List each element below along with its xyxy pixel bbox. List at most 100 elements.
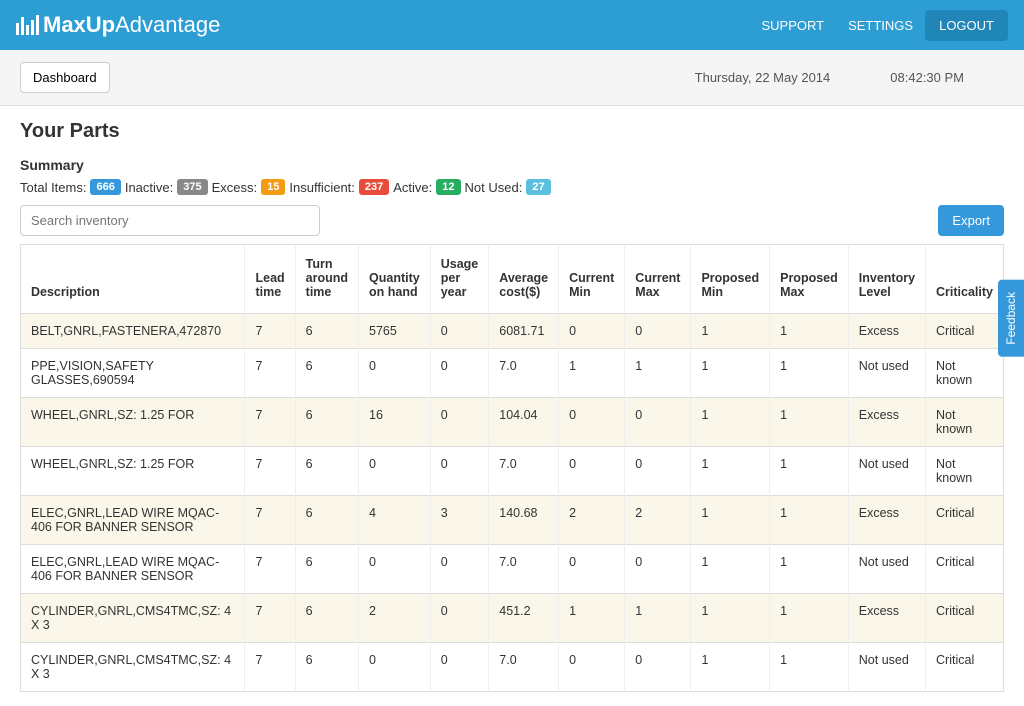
cell-turn: 6 xyxy=(295,496,358,545)
table-row[interactable]: ELEC,GNRL,LEAD WIRE MQAC-406 FOR BANNER … xyxy=(21,545,1004,594)
page-title: Your Parts xyxy=(20,120,1004,143)
cell-cmax: 0 xyxy=(625,545,691,594)
col-cmin[interactable]: Current Min xyxy=(559,245,625,314)
table-row[interactable]: WHEEL,GNRL,SZ: 1.25 FOR76007.00011Not us… xyxy=(21,447,1004,496)
cell-inv: Not used xyxy=(848,643,925,692)
col-cmax[interactable]: Current Max xyxy=(625,245,691,314)
cell-usage: 0 xyxy=(430,643,489,692)
dashboard-button[interactable]: Dashboard xyxy=(20,62,110,93)
cell-avg: 7.0 xyxy=(489,643,559,692)
cell-inv: Not used xyxy=(848,349,925,398)
cell-turn: 6 xyxy=(295,545,358,594)
insufficient-badge: 237 xyxy=(359,179,389,195)
col-pmax[interactable]: Proposed Max xyxy=(770,245,849,314)
cell-pmax: 1 xyxy=(770,314,849,349)
cell-pmin: 1 xyxy=(691,643,770,692)
excess-label: Excess: xyxy=(212,180,258,195)
cell-avg: 7.0 xyxy=(489,349,559,398)
cell-usage: 3 xyxy=(430,496,489,545)
cell-turn: 6 xyxy=(295,594,358,643)
nav-settings[interactable]: SETTINGS xyxy=(836,18,925,33)
col-lead[interactable]: Lead time xyxy=(245,245,295,314)
col-usage[interactable]: Usage per year xyxy=(430,245,489,314)
cell-turn: 6 xyxy=(295,447,358,496)
cell-pmax: 1 xyxy=(770,643,849,692)
inactive-badge: 375 xyxy=(177,179,207,195)
cell-inv: Not used xyxy=(848,545,925,594)
cell-lead: 7 xyxy=(245,349,295,398)
col-turn[interactable]: Turn around time xyxy=(295,245,358,314)
cell-lead: 7 xyxy=(245,496,295,545)
table-row[interactable]: CYLINDER,GNRL,CMS4TMC,SZ: 4 X 376007.000… xyxy=(21,643,1004,692)
cell-cmax: 1 xyxy=(625,349,691,398)
cell-cmin: 0 xyxy=(559,398,625,447)
cell-avg: 6081.71 xyxy=(489,314,559,349)
table-row[interactable]: PPE,VISION,SAFETY GLASSES,69059476007.01… xyxy=(21,349,1004,398)
brand-light: Advantage xyxy=(115,12,220,38)
cell-crit: Critical xyxy=(926,545,1004,594)
cell-desc: PPE,VISION,SAFETY GLASSES,690594 xyxy=(21,349,245,398)
cell-lead: 7 xyxy=(245,314,295,349)
cell-avg: 7.0 xyxy=(489,545,559,594)
table-body: BELT,GNRL,FASTENERA,47287076576506081.71… xyxy=(21,314,1004,692)
cell-pmax: 1 xyxy=(770,496,849,545)
col-pmin[interactable]: Proposed Min xyxy=(691,245,770,314)
col-avg[interactable]: Average cost($) xyxy=(489,245,559,314)
time-display: 08:42:30 PM xyxy=(890,70,964,85)
cell-desc: WHEEL,GNRL,SZ: 1.25 FOR xyxy=(21,398,245,447)
cell-turn: 6 xyxy=(295,643,358,692)
col-description[interactable]: Description xyxy=(21,245,245,314)
cell-qty: 0 xyxy=(359,349,431,398)
cell-crit: Critical xyxy=(926,496,1004,545)
cell-cmax: 1 xyxy=(625,594,691,643)
feedback-tab[interactable]: Feedback xyxy=(998,280,1024,357)
cell-qty: 0 xyxy=(359,643,431,692)
cell-pmax: 1 xyxy=(770,545,849,594)
cell-qty: 0 xyxy=(359,447,431,496)
col-qty[interactable]: Quantity on hand xyxy=(359,245,431,314)
cell-turn: 6 xyxy=(295,398,358,447)
cell-crit: Not known xyxy=(926,349,1004,398)
table-row[interactable]: BELT,GNRL,FASTENERA,472870765765 0 6081.71… xyxy=(21,314,1004,349)
cell-crit: Not known xyxy=(926,447,1004,496)
cell-desc: CYLINDER,GNRL,CMS4TMC,SZ: 4 X 3 xyxy=(21,643,245,692)
cell-cmax: 0 xyxy=(625,643,691,692)
col-inv[interactable]: Inventory Level xyxy=(848,245,925,314)
table-header: Description Lead time Turn around time Q… xyxy=(21,245,1004,314)
cell-desc: BELT,GNRL,FASTENERA,472870 xyxy=(21,314,245,349)
cell-usage: 0 xyxy=(430,349,489,398)
cell-lead: 7 xyxy=(245,398,295,447)
cell-qty: 5765 xyxy=(359,314,431,349)
date-display: Thursday, 22 May 2014 xyxy=(695,70,831,85)
cell-desc: ELEC,GNRL,LEAD WIRE MQAC-406 FOR BANNER … xyxy=(21,496,245,545)
cell-turn: 6 xyxy=(295,314,358,349)
cell-cmax: 0 xyxy=(625,314,691,349)
cell-cmax: 0 xyxy=(625,398,691,447)
cell-pmin: 1 xyxy=(691,447,770,496)
nav-support[interactable]: SUPPORT xyxy=(749,18,836,33)
table-row[interactable]: ELEC,GNRL,LEAD WIRE MQAC-406 FOR BANNER … xyxy=(21,496,1004,545)
cell-avg: 7.0 xyxy=(489,447,559,496)
search-input[interactable] xyxy=(20,205,320,236)
table-row[interactable]: CYLINDER,GNRL,CMS4TMC,SZ: 4 X 37620451.2… xyxy=(21,594,1004,643)
cell-qty: 2 xyxy=(359,594,431,643)
inactive-label: Inactive: xyxy=(125,180,173,195)
content: Your Parts Summary Total Items: 666 Inac… xyxy=(0,106,1024,706)
cell-cmin: 0 xyxy=(559,643,625,692)
nav-logout[interactable]: LOGOUT xyxy=(925,10,1008,41)
cell-inv: Excess xyxy=(848,496,925,545)
col-crit[interactable]: Criticality xyxy=(926,245,1004,314)
cell-usage: 0 xyxy=(430,545,489,594)
notused-badge: 27 xyxy=(526,179,550,195)
cell-cmin: 1 xyxy=(559,349,625,398)
cell-qty: 16 xyxy=(359,398,431,447)
table-row[interactable]: WHEEL,GNRL,SZ: 1.25 FOR76160104.040011Ex… xyxy=(21,398,1004,447)
cell-avg: 140.68 xyxy=(489,496,559,545)
active-badge: 12 xyxy=(436,179,460,195)
total-label: Total Items: xyxy=(20,180,86,195)
bars-icon xyxy=(16,15,39,35)
cell-inv: Excess xyxy=(848,594,925,643)
cell-pmax: 1 xyxy=(770,594,849,643)
export-button[interactable]: Export xyxy=(938,205,1004,236)
brand-logo[interactable]: MaxUpAdvantage xyxy=(16,12,220,38)
